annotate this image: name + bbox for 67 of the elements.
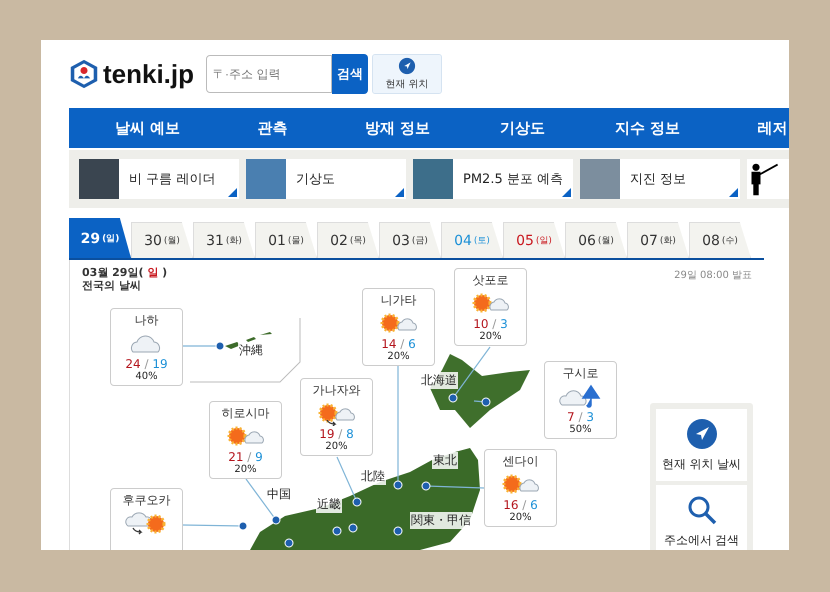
corner-triangle-icon xyxy=(395,188,404,197)
date-tab[interactable]: 03(금) xyxy=(379,222,441,258)
shortcut-tile[interactable]: 비 구름 레이더 xyxy=(79,159,239,199)
location-dot xyxy=(238,522,248,530)
location-dot xyxy=(216,342,224,350)
cloud-and-umbrella-icon xyxy=(558,383,602,409)
corner-triangle-icon xyxy=(228,188,237,197)
side-button[interactable]: 현재 위치 날씨 xyxy=(656,409,747,481)
forecast-date: 03월 29일( 일 ) xyxy=(82,266,168,279)
location-dot xyxy=(394,480,402,490)
cloud-to-sun-icon xyxy=(124,510,168,536)
search-field[interactable]: 〒·주소 입력 xyxy=(206,55,332,93)
city-weather-card[interactable]: 센다이 16 / 6 20% xyxy=(484,449,557,527)
region-label: 東北 xyxy=(432,452,458,469)
location-dot xyxy=(448,394,458,402)
date-tab[interactable]: 08(수) xyxy=(689,222,751,258)
photo-placeholder xyxy=(79,159,119,199)
date-tab[interactable]: 02(목) xyxy=(317,222,379,258)
location-dot xyxy=(332,526,342,536)
location-dot xyxy=(482,398,490,406)
search-button[interactable]: 검색 xyxy=(332,54,368,94)
city-weather-card[interactable]: 니가타 14 / 6 20% xyxy=(362,288,435,366)
photo-placeholder xyxy=(246,159,286,199)
location-dot xyxy=(272,516,280,524)
search-icon xyxy=(686,494,718,526)
date-tab[interactable]: 05(일) xyxy=(503,222,565,258)
location-dot xyxy=(352,498,362,506)
issued-time: 29일 08:00 발표 xyxy=(674,269,752,282)
forecast-subtitle: 전국의 날씨 xyxy=(82,279,142,292)
location-dot xyxy=(394,526,402,536)
region-label: 近畿 xyxy=(316,496,342,513)
shortcut-tile[interactable]: 지진 정보 xyxy=(580,159,740,199)
date-tab[interactable]: 06(월) xyxy=(565,222,627,258)
date-tab[interactable]: 07(화) xyxy=(627,222,689,258)
region-label: 北陸 xyxy=(360,468,386,485)
location-dot xyxy=(284,538,294,548)
logo-icon xyxy=(69,59,99,89)
nav-item[interactable]: 기상도 xyxy=(460,108,585,148)
photo-placeholder xyxy=(413,159,453,199)
current-location-button[interactable]: 현재 위치 xyxy=(372,54,442,94)
region-label: 北海道 xyxy=(420,372,458,389)
corner-triangle-icon xyxy=(729,188,738,197)
date-tab[interactable]: 31(화) xyxy=(193,222,255,258)
nav-item[interactable]: 관측 xyxy=(210,108,335,148)
city-weather-card[interactable]: 히로시마 21 / 9 20% xyxy=(209,401,282,479)
date-tab[interactable]: 29(일) xyxy=(69,218,131,258)
city-weather-card[interactable]: 나하 24 / 19 40% xyxy=(110,308,183,386)
city-weather-card[interactable]: 구시로 7 / 3 50% xyxy=(544,361,617,439)
nav-item[interactable]: 레저 xyxy=(710,108,789,148)
shortcut-tile[interactable]: PM2.5 분포 예측 xyxy=(413,159,573,199)
nav-item[interactable]: 지수 정보 xyxy=(585,108,710,148)
photo-placeholder xyxy=(580,159,620,199)
date-tab[interactable]: 01(물) xyxy=(255,222,317,258)
region-label: 関東・甲信 xyxy=(410,512,472,529)
city-weather-card[interactable]: 삿포로 10 / 3 20% xyxy=(454,268,527,346)
city-weather-card[interactable]: 후쿠오카 xyxy=(110,488,183,550)
date-tab[interactable]: 30(월) xyxy=(131,222,193,258)
side-button[interactable]: 주소에서 검색 xyxy=(656,485,747,550)
location-dot xyxy=(422,482,430,490)
logo-text[interactable]: tenki.jp xyxy=(103,58,194,90)
shortcut-tile[interactable]: 기상도 xyxy=(246,159,406,199)
nav-item[interactable]: 방재 정보 xyxy=(335,108,460,148)
location-dot xyxy=(348,524,358,532)
corner-triangle-icon xyxy=(562,188,571,197)
city-weather-card[interactable]: 가나자와 19 / 8 20% xyxy=(300,378,373,456)
nav-item[interactable]: 날씨 예보 xyxy=(85,108,210,148)
region-label: 沖縄 xyxy=(238,342,264,359)
